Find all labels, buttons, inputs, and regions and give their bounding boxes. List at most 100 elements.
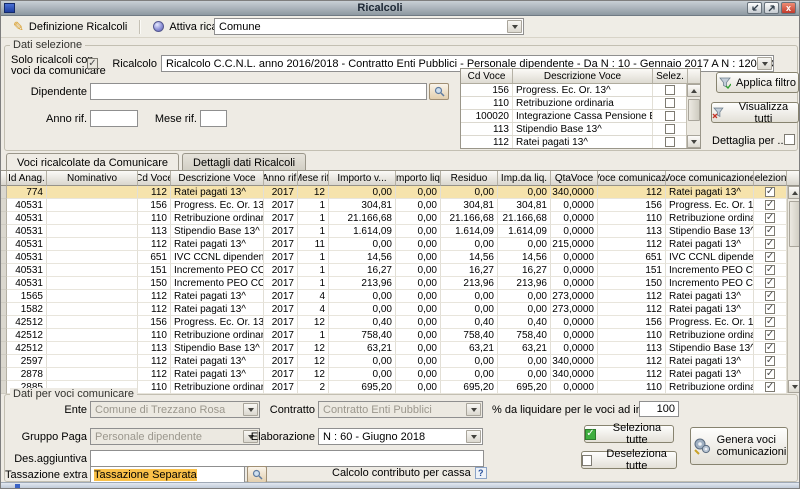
grid-cell: 1.614,09	[498, 225, 551, 238]
applica-filtro-button[interactable]: Applica filtro	[716, 72, 799, 93]
grid-cell: Ratei pagati 13^	[666, 355, 754, 368]
voci-selez-checkbox[interactable]	[665, 124, 675, 134]
mese-rif-input[interactable]	[200, 110, 227, 127]
table-row[interactable]: 40531150Incremento PEO CCNL20171213,960,…	[1, 277, 800, 290]
des-aggiuntiva-input[interactable]	[90, 450, 484, 467]
chevron-down-icon[interactable]	[507, 20, 522, 33]
grid-column-header[interactable]: Importo v...	[329, 171, 396, 186]
grid-cell: 12	[298, 368, 329, 381]
seleziona-checkbox[interactable]: ✓	[765, 226, 775, 236]
title-bar: Ricalcoli x	[1, 1, 799, 16]
seleziona-checkbox[interactable]: ✓	[765, 291, 775, 301]
seleziona-tutte-button[interactable]: ✓ Seleziona tutte	[584, 425, 674, 443]
tab-voci-ricalcolate[interactable]: Voci ricalcolate da Comunicare	[6, 153, 179, 171]
seleziona-checkbox[interactable]: ✓	[765, 278, 775, 288]
tassazione-lookup-button[interactable]	[247, 466, 267, 483]
voci-grid-header: Id Anag.NominativoCd VoceDescrizione Voc…	[1, 171, 800, 186]
seleziona-checkbox[interactable]: ✓	[765, 382, 775, 392]
seleziona-checkbox[interactable]: ✓	[765, 239, 775, 249]
voci-selez-cell	[653, 97, 688, 109]
seleziona-checkbox[interactable]: ✓	[765, 265, 775, 275]
tassazione-input[interactable]: Tassazione Separata	[90, 466, 245, 483]
voci-selez-checkbox[interactable]	[665, 137, 675, 147]
grid-column-header[interactable]: Nominativo	[47, 171, 138, 186]
grid-column-header[interactable]: Seleziona	[754, 171, 787, 186]
table-row[interactable]: 42512156Progress. Ec. Or. 13^2017120,400…	[1, 316, 800, 329]
grid-cell	[47, 316, 138, 329]
dipendente-lookup-button[interactable]	[429, 83, 449, 100]
percentuale-input[interactable]: 100	[639, 401, 679, 417]
grid-column-header[interactable]: Descrizione Voce	[171, 171, 264, 186]
table-row[interactable]: 40531113Stipendio Base 13^201711.614,090…	[1, 225, 800, 238]
grid-column-header[interactable]: Residuo	[441, 171, 498, 186]
contratto-combobox: Contratto Enti Pubblici	[318, 401, 483, 418]
voci-filter-row[interactable]: 156Progress. Ec. Or. 13^	[461, 84, 700, 97]
deseleziona-tutte-button[interactable]: Deseleziona tutte	[581, 451, 677, 469]
elaborazione-combobox[interactable]: N : 60 - Giugno 2018	[318, 428, 483, 445]
grid-column-header[interactable]: Anno rif.	[264, 171, 298, 186]
table-row[interactable]: 1565112Ratei pagati 13^201740,000,000,00…	[1, 290, 800, 303]
seleziona-checkbox[interactable]: ✓	[765, 200, 775, 210]
table-row[interactable]: 40531651IVC CCNL dipendenti Bi2017114,56…	[1, 251, 800, 264]
grid-scrollbar[interactable]	[787, 186, 800, 393]
seleziona-checkbox[interactable]: ✓	[765, 343, 775, 353]
visualizza-tutti-button[interactable]: Visualizza tutti	[711, 102, 799, 123]
grid-column-header[interactable]: Importo liq.	[396, 171, 441, 186]
seleziona-checkbox[interactable]: ✓	[765, 330, 775, 340]
table-row[interactable]: 2597112Ratei pagati 13^2017120,000,000,0…	[1, 355, 800, 368]
genera-voci-button[interactable]: Genera voci comunicazioni	[690, 427, 788, 465]
voci-selez-checkbox[interactable]	[665, 85, 675, 95]
maximize-icon[interactable]	[764, 2, 779, 14]
grid-column-header[interactable]: Id Anag.	[7, 171, 47, 186]
anno-rif-input[interactable]	[90, 110, 138, 127]
table-row[interactable]: 2878112Ratei pagati 13^2017120,000,000,0…	[1, 368, 800, 381]
grid-cell: Retribuzione ordinaria	[666, 212, 754, 225]
seleziona-checkbox[interactable]: ✓	[765, 304, 775, 314]
close-icon[interactable]: x	[781, 2, 796, 14]
grid-seleziona-cell: ✓	[754, 225, 787, 238]
chevron-down-icon[interactable]	[466, 430, 481, 443]
status-indicator	[15, 484, 20, 489]
grid-column-header[interactable]: QtaVoce	[551, 171, 598, 186]
scope-combobox[interactable]: Comune	[214, 18, 524, 35]
table-row[interactable]: 42512113Stipendio Base 13^20171263,210,0…	[1, 342, 800, 355]
grid-column-header[interactable]: Cd Voce	[138, 171, 171, 186]
table-row[interactable]: 40531112Ratei pagati 13^2017110,000,000,…	[1, 238, 800, 251]
dipendente-input[interactable]	[90, 83, 427, 100]
grid-cell	[47, 212, 138, 225]
gruppo-paga-combobox: Personale dipendente	[90, 428, 260, 445]
voci-filter-row[interactable]: 112Ratei pagati 13^	[461, 136, 700, 149]
seleziona-checkbox[interactable]: ✓	[765, 187, 775, 197]
definizione-ricalcoli-button[interactable]: ✎ Definizione Ricalcoli	[9, 18, 131, 35]
voci-selez-checkbox[interactable]	[665, 111, 675, 121]
grid-column-header[interactable]: Imp.da liq.	[498, 171, 551, 186]
seleziona-checkbox[interactable]: ✓	[765, 356, 775, 366]
grid-column-header[interactable]: Cd Voce comunicazione	[598, 171, 666, 186]
voci-selez-checkbox[interactable]	[665, 98, 675, 108]
seleziona-checkbox[interactable]: ✓	[765, 317, 775, 327]
dettaglia-per-checkbox[interactable]	[784, 134, 795, 145]
voci-selez-cell	[653, 136, 688, 148]
tab-dettagli-ricalcoli[interactable]: Dettagli dati Ricalcoli	[182, 153, 306, 170]
seleziona-checkbox[interactable]: ✓	[765, 369, 775, 379]
grid-column-header[interactable]: Voce comunicazione	[666, 171, 754, 186]
table-row[interactable]: 774112Ratei pagati 13^2017120,000,000,00…	[1, 186, 800, 199]
grid-column-header[interactable]: Mese rif.	[298, 171, 329, 186]
seleziona-checkbox[interactable]: ✓	[765, 252, 775, 262]
chevron-down-icon[interactable]	[757, 57, 772, 70]
scroll-up-icon	[687, 84, 701, 97]
table-row[interactable]: 40531156Progress. Ec. Or. 13^20171304,81…	[1, 199, 800, 212]
voci-filter-row[interactable]: 113Stipendio Base 13^	[461, 123, 700, 136]
minimize-icon[interactable]	[747, 2, 762, 14]
seleziona-checkbox[interactable]: ✓	[765, 213, 775, 223]
voci-table-scrollbar[interactable]	[686, 84, 700, 148]
table-row[interactable]: 40531110Retribuzione ordinaria2017121.16…	[1, 212, 800, 225]
table-row[interactable]: 40531151Incremento PEO CCL 02017116,270,…	[1, 264, 800, 277]
voci-filter-row[interactable]: 110Retribuzione ordinaria	[461, 97, 700, 110]
voci-filter-row[interactable]: 100020Integrazione Cassa Pensione Ente	[461, 110, 700, 123]
grid-seleziona-cell: ✓	[754, 199, 787, 212]
help-icon[interactable]: ?	[475, 467, 487, 479]
table-row[interactable]: 1582112Ratei pagati 13^201740,000,000,00…	[1, 303, 800, 316]
table-row[interactable]: 42512110Retribuzione ordinaria20171758,4…	[1, 329, 800, 342]
grid-cell	[47, 277, 138, 290]
